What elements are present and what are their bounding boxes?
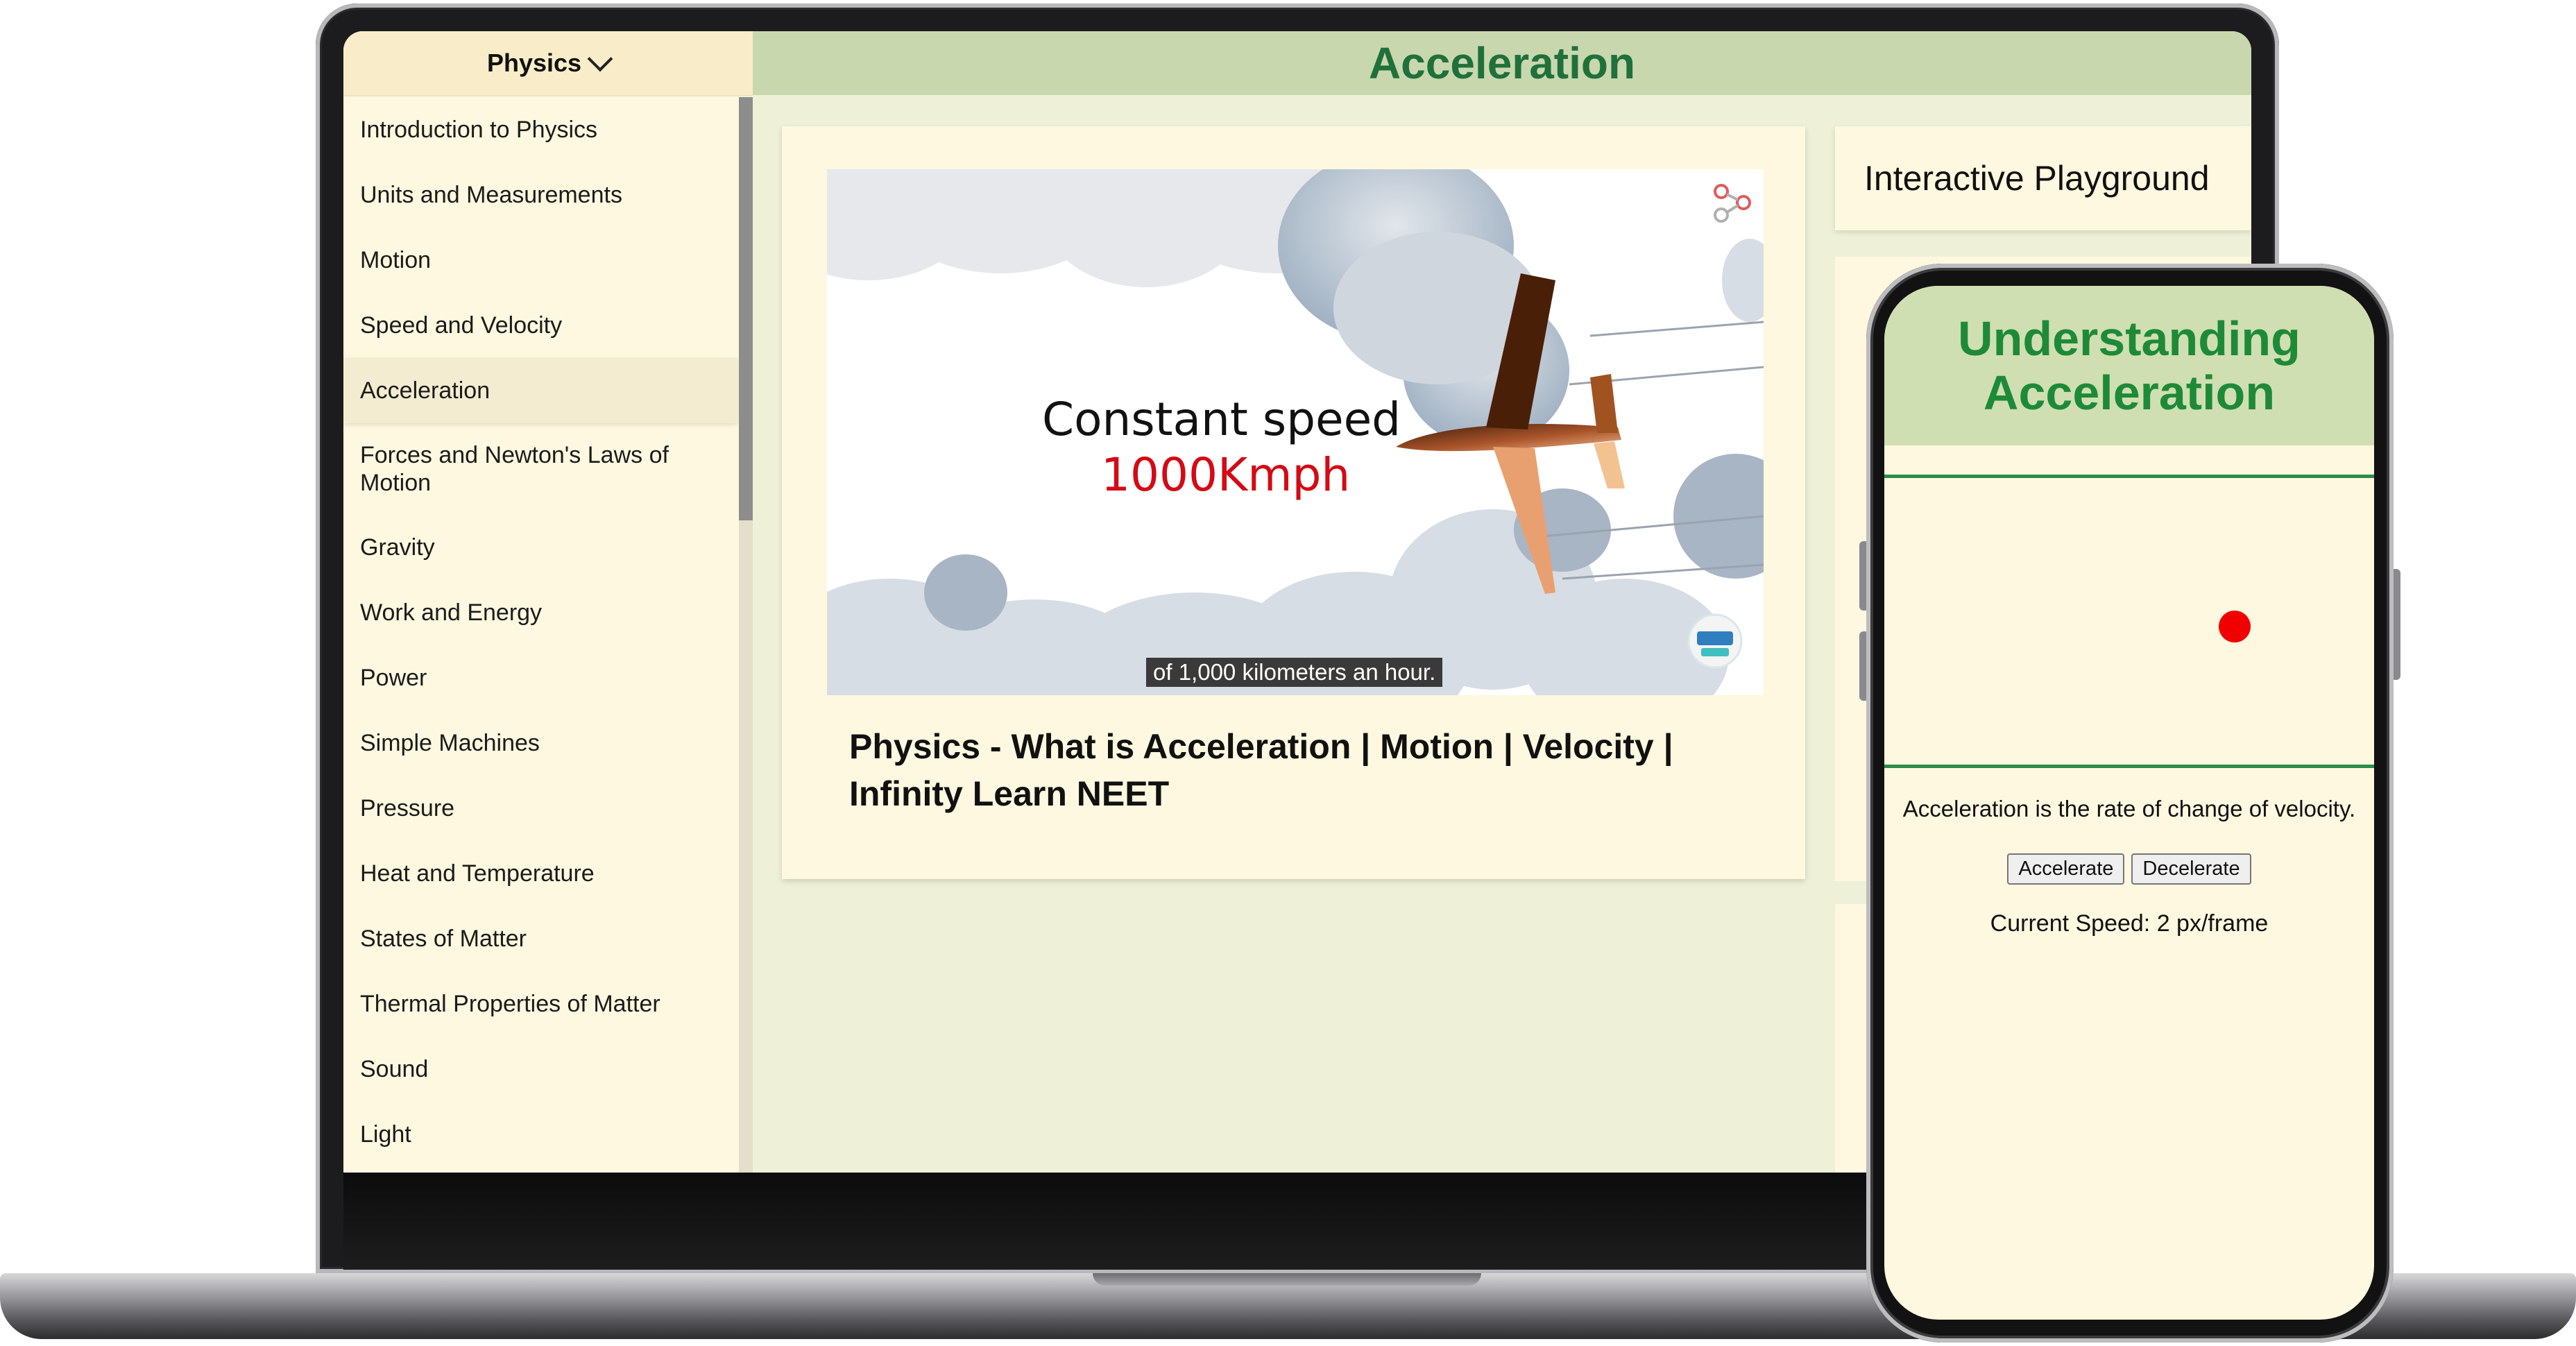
- track-top-line: [1884, 475, 2374, 478]
- sidebar-scrollbar[interactable]: [739, 97, 753, 1173]
- sidebar-item[interactable]: Units and Measurements: [343, 162, 737, 228]
- sidebar-item[interactable]: Forces and Newton's Laws of Motion: [343, 423, 737, 515]
- video-caption: of 1,000 kilometers an hour.: [1146, 658, 1443, 687]
- video-title[interactable]: Physics - What is Acceleration | Motion …: [849, 723, 1744, 817]
- page-title: Acceleration: [753, 31, 2251, 95]
- sidebar-item-label: Motion: [360, 247, 432, 273]
- subject-label: Physics: [486, 49, 582, 77]
- sidebar-item-label: Heat and Temperature: [360, 860, 595, 887]
- share-icon[interactable]: [1712, 183, 1752, 223]
- infinity-learn-logo: [1687, 613, 1743, 669]
- sidebar-item[interactable]: Simple Machines: [343, 710, 737, 776]
- sidebar-item-label: Simple Machines: [360, 730, 540, 756]
- phone-title: Understanding Acceleration: [1884, 286, 2374, 445]
- sidebar-item[interactable]: Power: [343, 645, 737, 710]
- sidebar: Physics Introduction to Physics Units an…: [343, 31, 753, 1173]
- sidebar-item[interactable]: Introduction to Physics: [343, 97, 737, 162]
- sidebar-item[interactable]: Pressure: [343, 776, 737, 841]
- topic-list: Introduction to Physics Units and Measur…: [343, 97, 737, 1167]
- control-buttons: Accelerate Decelerate: [1884, 853, 2374, 885]
- scrollbar-thumb[interactable]: [739, 97, 753, 520]
- phone-frame: Understanding Acceleration Acceleration …: [1866, 264, 2394, 1343]
- video-thumbnail[interactable]: Constant speed 1000Kmph of 1,000 kilomet…: [827, 169, 1764, 695]
- sidebar-item-label: Pressure: [360, 795, 455, 821]
- sidebar-item-label: Acceleration: [360, 377, 491, 404]
- accelerate-button[interactable]: Accelerate: [2007, 853, 2125, 885]
- sidebar-item[interactable]: Gravity: [343, 515, 737, 580]
- subject-dropdown[interactable]: Physics: [343, 31, 753, 96]
- sidebar-item-label: Thermal Properties of Matter: [360, 991, 660, 1017]
- moving-ball: [2219, 611, 2251, 642]
- sidebar-item[interactable]: Sound: [343, 1037, 737, 1102]
- sidebar-item[interactable]: Heat and Temperature: [343, 841, 737, 906]
- sidebar-item[interactable]: States of Matter: [343, 906, 737, 971]
- sidebar-item[interactable]: Speed and Velocity: [343, 293, 737, 358]
- track-bottom-line: [1884, 765, 2374, 768]
- sidebar-item[interactable]: Thermal Properties of Matter: [343, 971, 737, 1037]
- playground-header: Interactive Playground: [1835, 126, 2251, 230]
- decelerate-button[interactable]: Decelerate: [2131, 853, 2251, 885]
- laptop-notch: [1093, 1273, 1481, 1286]
- current-speed: Current Speed: 2 px/frame: [1990, 910, 2269, 937]
- sidebar-item-label: Units and Measurements: [360, 182, 622, 208]
- sidebar-item-label: Forces and Newton's Laws of Motion: [360, 442, 669, 496]
- sidebar-item-label: States of Matter: [360, 926, 527, 952]
- sidebar-item[interactable]: Light: [343, 1102, 737, 1167]
- sidebar-item-label: Gravity: [360, 534, 435, 561]
- video-card: Constant speed 1000Kmph of 1,000 kilomet…: [782, 126, 1805, 879]
- sidebar-item-label: Sound: [360, 1056, 429, 1082]
- thumbnail-speed: 1000Kmph: [1101, 448, 1351, 502]
- phone-title-text: Understanding Acceleration: [1958, 312, 2301, 420]
- sidebar-item-active[interactable]: Acceleration: [343, 358, 737, 423]
- phone-screen: Understanding Acceleration Acceleration …: [1884, 286, 2374, 1320]
- sidebar-item-label: Speed and Velocity: [360, 312, 563, 339]
- chevron-down-icon: [587, 46, 613, 72]
- thumbnail-headline: Constant speed: [1042, 393, 1401, 446]
- sidebar-item[interactable]: Work and Energy: [343, 580, 737, 645]
- sidebar-item[interactable]: Motion: [343, 228, 737, 293]
- acceleration-description: Acceleration is the rate of change of ve…: [1902, 796, 2356, 821]
- sidebar-item-label: Power: [360, 665, 427, 691]
- sidebar-item-label: Introduction to Physics: [360, 117, 598, 143]
- playground-title: Interactive Playground: [1864, 159, 2210, 198]
- sidebar-item-label: Light: [360, 1121, 411, 1148]
- sidebar-item-label: Work and Energy: [360, 599, 543, 626]
